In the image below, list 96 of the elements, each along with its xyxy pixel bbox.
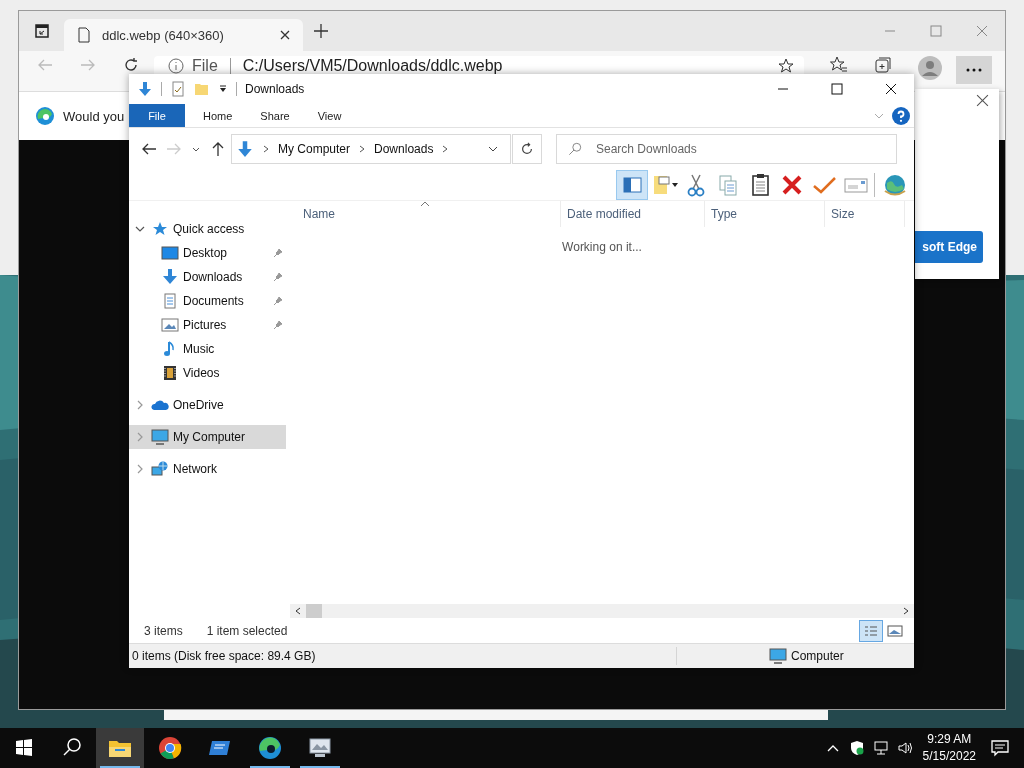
chevron-icon[interactable]	[262, 145, 270, 153]
favorites-icon[interactable]	[830, 56, 848, 74]
collapse-chevron-icon[interactable]	[135, 224, 145, 234]
scroll-left-icon[interactable]	[294, 607, 302, 615]
film-icon	[161, 365, 179, 381]
status-text: 0 items (Disk free space: 89.4 GB)	[132, 649, 317, 663]
selection-count: 1 item selected	[206, 623, 288, 638]
back-arrow-icon[interactable]	[141, 141, 157, 157]
computer-icon	[769, 647, 787, 665]
nav-item[interactable]: OneDrive	[129, 393, 286, 417]
chevron-icon[interactable]	[358, 145, 367, 153]
window-title: Downloads	[245, 82, 305, 96]
nav-item[interactable]: Music	[129, 337, 286, 361]
nav-label: Desktop	[183, 246, 228, 260]
nav-item[interactable]: Documents	[129, 289, 286, 313]
collections-icon[interactable]	[874, 56, 892, 74]
scroll-right-icon[interactable]	[902, 607, 910, 615]
help-icon[interactable]	[892, 106, 910, 125]
search-icon	[568, 142, 582, 156]
address-scheme: File	[192, 56, 218, 75]
expand-chevron-icon[interactable]	[135, 464, 145, 474]
computer-icon	[151, 429, 169, 445]
nav-label: Music	[183, 342, 215, 356]
location-text: Computer	[791, 649, 844, 663]
breadcrumb-item[interactable]: My Computer	[278, 142, 351, 156]
chevron-icon[interactable]	[441, 145, 450, 153]
nav-label: Videos	[183, 366, 220, 380]
up-arrow-icon[interactable]	[210, 141, 226, 157]
pictures-icon	[161, 317, 179, 333]
new-tab-icon[interactable]	[313, 23, 329, 39]
address-bar[interactable]: My Computer Downloads	[231, 134, 511, 164]
nav-label: My Computer	[173, 430, 246, 444]
refresh-icon[interactable]	[123, 57, 139, 73]
expand-chevron-icon[interactable]	[135, 400, 145, 410]
close-icon[interactable]	[976, 94, 989, 107]
nav-label: OneDrive	[173, 398, 224, 412]
maximize-icon[interactable]	[831, 83, 843, 95]
refresh-button[interactable]	[512, 134, 542, 164]
scrollbar-thumb[interactable]	[306, 604, 322, 618]
ribbon-tab[interactable]: View	[303, 104, 356, 127]
column-header[interactable]: Date modified	[561, 201, 705, 227]
nav-item[interactable]: Pictures	[129, 313, 286, 337]
document-icon	[161, 293, 179, 309]
network-icon[interactable]	[872, 740, 889, 756]
ribbon-tab[interactable]: Home	[189, 104, 247, 127]
nav-label: Pictures	[183, 318, 227, 332]
ribbon-tab[interactable]: Share	[246, 104, 304, 127]
clock-date: 5/15/2022	[922, 748, 976, 765]
nav-item[interactable]: My Computer	[129, 425, 286, 449]
refresh-icon	[520, 142, 534, 156]
search-field[interactable]: Search Downloads	[556, 134, 897, 164]
dropdown-caret-icon[interactable]	[218, 84, 228, 94]
column-header[interactable]: Name	[290, 201, 561, 227]
desktop-icon	[161, 245, 179, 261]
download-arrow-icon	[137, 81, 153, 97]
network-icon	[151, 461, 169, 477]
loading-message: Working on it...	[561, 240, 643, 254]
pane-icon[interactable]	[617, 171, 647, 199]
nav-item[interactable]: Quick access	[129, 217, 286, 241]
clock[interactable]: 9:29 AM 5/15/2022	[922, 731, 976, 765]
tab-title: ddlc.webp (640×360)	[102, 27, 224, 43]
file-icon	[76, 27, 92, 43]
nav-item[interactable]: Videos	[129, 361, 286, 385]
nav-label: Downloads	[183, 270, 243, 284]
star-icon	[151, 221, 169, 237]
nav-item[interactable]: Network	[129, 457, 286, 481]
column-header[interactable]: Size	[825, 201, 905, 227]
favorite-star-icon[interactable]	[778, 58, 794, 74]
close-icon[interactable]	[885, 83, 897, 95]
nav-label: Quick access	[173, 222, 245, 236]
dropdown-caret-icon[interactable]	[488, 144, 498, 154]
download-arrow-icon	[161, 269, 179, 285]
nav-item[interactable]: Downloads	[129, 265, 286, 289]
nav-label: Network	[173, 462, 217, 476]
download-arrow-icon	[236, 140, 254, 158]
item-count: 3 items	[144, 623, 183, 638]
sort-caret-icon	[420, 201, 430, 207]
nav-label: Documents	[183, 294, 244, 308]
breadcrumb-item[interactable]: Downloads	[374, 142, 434, 156]
clock-time: 9:29 AM	[927, 731, 972, 748]
browser-tab[interactable]: ddlc.webp (640×360)	[64, 19, 303, 51]
default-browser-button[interactable]: soft Edge	[915, 231, 983, 263]
folder-icon[interactable]	[96, 728, 144, 768]
close-icon[interactable]	[279, 29, 291, 41]
column-header[interactable]: Type	[705, 201, 825, 227]
volume-icon[interactable]	[896, 740, 913, 756]
shield-icon[interactable]	[848, 740, 865, 756]
address-url: C:/Users/VM5/Downloads/ddlc.webp	[242, 56, 503, 75]
nav-item[interactable]: Desktop	[129, 241, 286, 265]
info-icon	[168, 58, 184, 74]
edge-icon	[35, 106, 55, 126]
notification-message: Would you	[63, 108, 125, 124]
tab-actions-icon[interactable]	[34, 23, 50, 39]
profile-avatar[interactable]	[918, 56, 942, 80]
notifications-icon[interactable]	[990, 738, 1010, 758]
properties-icon[interactable]	[170, 81, 186, 97]
